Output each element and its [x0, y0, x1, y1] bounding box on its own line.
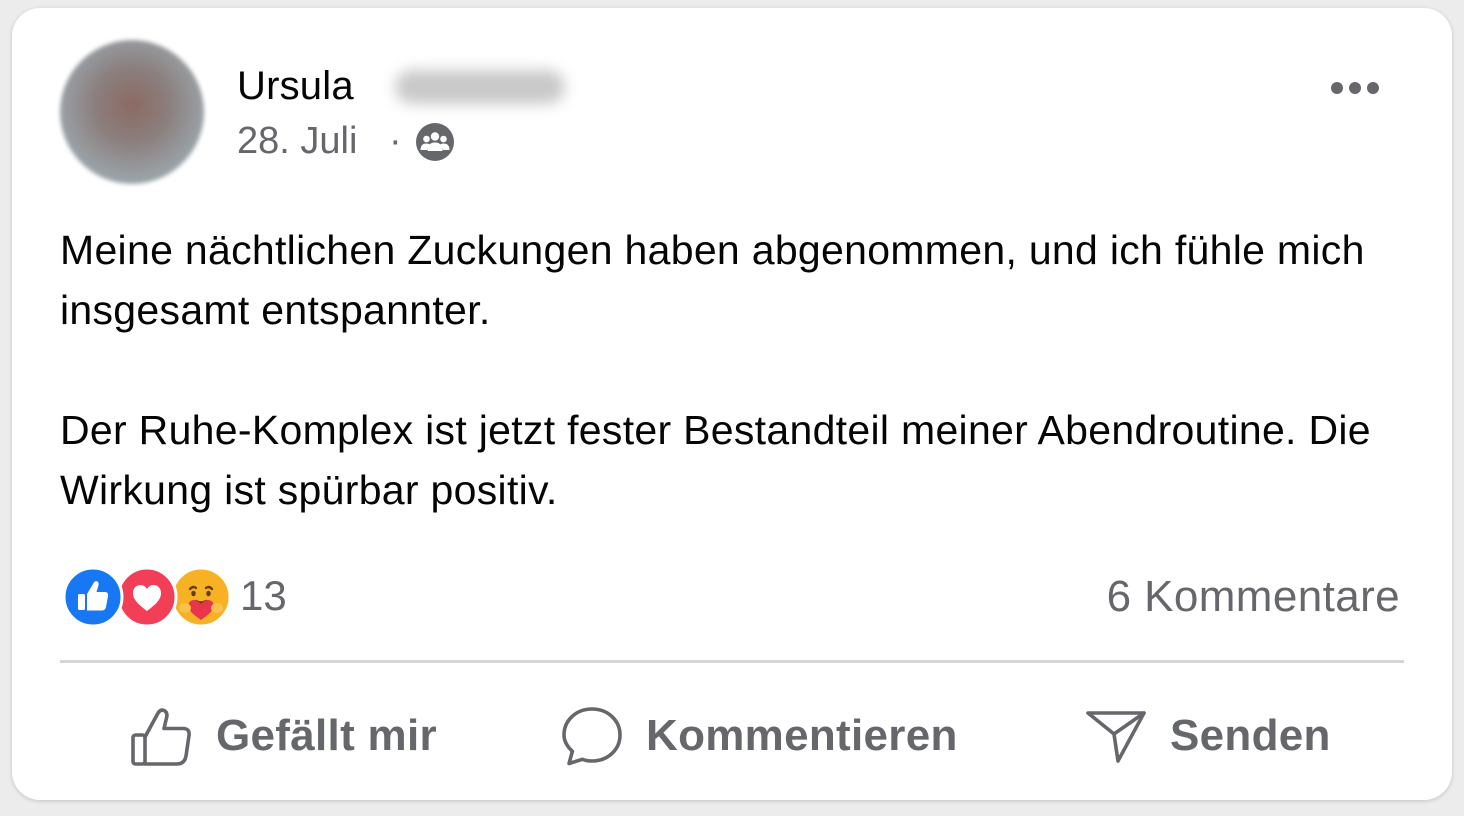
avatar[interactable] — [60, 40, 204, 184]
reaction-summary[interactable] — [62, 566, 232, 628]
post-paragraph: Meine nächtlichen Zuckungen haben abgeno… — [60, 227, 1365, 333]
post-date[interactable]: 28. Juli — [237, 120, 357, 163]
author-last-name-redacted — [395, 70, 565, 104]
post-body: Meine nächtlichen Zuckungen haben abgeno… — [60, 220, 1400, 520]
send-icon — [1086, 711, 1146, 763]
like-reaction-icon — [62, 566, 124, 628]
post-paragraph: Der Ruhe-Komplex ist jetzt fester Bestan… — [60, 407, 1371, 513]
divider — [60, 660, 1404, 663]
thumbs-up-icon — [131, 708, 191, 766]
more-options-icon[interactable] — [1329, 78, 1381, 98]
post-card: Ursula 28. Juli · Meine nächtlichen Zuck… — [12, 8, 1452, 800]
like-label: Gefällt mir — [216, 711, 437, 760]
love-reaction-icon — [116, 566, 178, 628]
meta-separator: · — [389, 120, 402, 162]
author-name[interactable]: Ursula — [237, 64, 354, 109]
friends-icon[interactable] — [415, 122, 455, 162]
care-reaction-icon — [170, 566, 232, 628]
comment-button[interactable]: Kommentieren — [560, 688, 958, 784]
comment-icon — [562, 707, 622, 766]
reaction-count[interactable]: 13 — [240, 572, 287, 620]
like-button[interactable]: Gefällt mir — [130, 688, 437, 784]
comment-count[interactable]: 6 Kommentare — [1107, 572, 1400, 622]
send-label: Senden — [1170, 711, 1331, 760]
send-button[interactable]: Senden — [1084, 688, 1331, 784]
comment-label: Kommentieren — [646, 711, 958, 760]
